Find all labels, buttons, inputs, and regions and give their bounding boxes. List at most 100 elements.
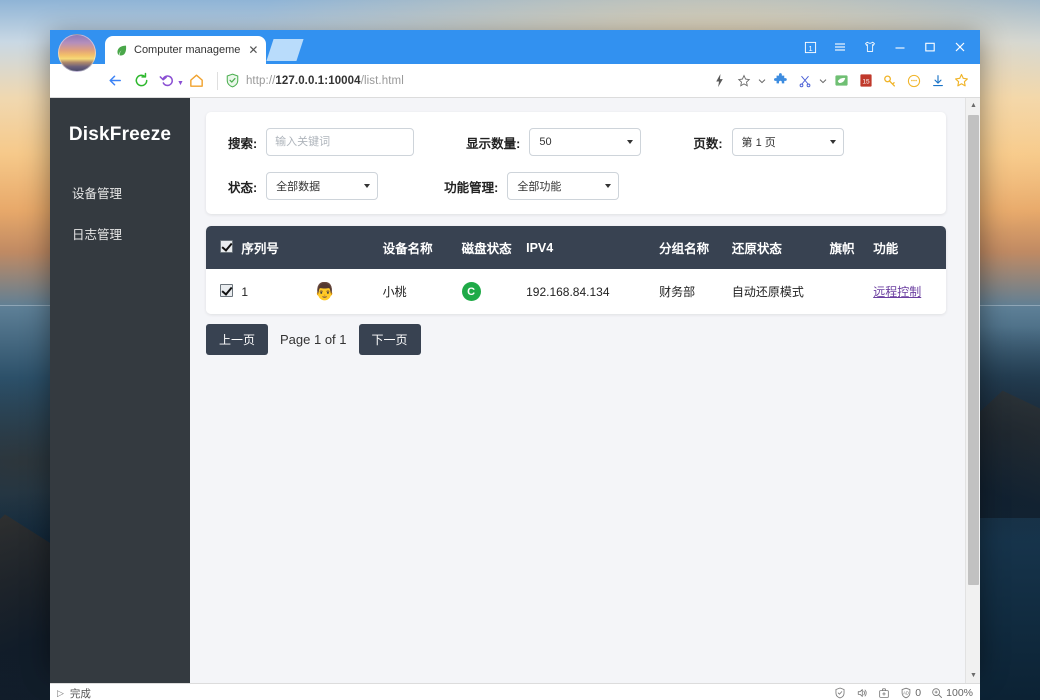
browser-statusbar: ▷ 完成 AD 0 100% <box>50 683 980 700</box>
minimize-button[interactable] <box>886 34 914 60</box>
header-disk-status[interactable]: 磁盘状态 <box>461 226 527 269</box>
history-dropdown-caret[interactable]: ▼ <box>177 80 184 87</box>
header-flag[interactable]: 旗帜 <box>829 226 874 269</box>
back-arrow-icon[interactable] <box>102 68 128 94</box>
state-select-value: 全部数据 <box>276 181 321 193</box>
prev-page-button[interactable]: 上一页 <box>206 324 269 355</box>
security-icon[interactable] <box>834 687 846 699</box>
statusbar-right: AD 0 100% <box>834 687 973 699</box>
reload-icon[interactable] <box>128 68 154 94</box>
count-select[interactable]: 50 <box>529 128 642 156</box>
func-select-value: 全部功能 <box>517 181 562 193</box>
header-function[interactable]: 功能 <box>873 226 946 269</box>
page-field-group: 页数: 第 1 页 <box>693 128 844 156</box>
page-scrollbar[interactable]: ▲ ▼ <box>965 98 980 683</box>
scrollbar-thumb[interactable] <box>968 115 979 585</box>
page-select[interactable]: 第 1 页 <box>731 128 844 156</box>
disk-status-badge: C <box>461 282 481 301</box>
download-icon[interactable] <box>927 70 948 92</box>
row-ipv4: 192.168.84.134 <box>526 269 660 314</box>
star-outline-icon[interactable] <box>733 70 754 92</box>
ebook-reader-icon[interactable] <box>831 70 852 92</box>
close-button[interactable] <box>946 34 974 60</box>
pagination: 上一页 Page 1 of 1 下一页 <box>206 324 946 355</box>
new-tab-button[interactable] <box>266 39 305 61</box>
svg-text:AD: AD <box>903 691 909 696</box>
home-icon[interactable] <box>184 68 210 94</box>
adblock-icon[interactable]: AD 0 <box>900 687 921 699</box>
row-seq: 1 <box>241 269 315 314</box>
app-sidebar: DiskFreeze 设备管理 日志管理 <box>50 98 190 683</box>
row-checkbox[interactable] <box>220 283 233 297</box>
menu-icon[interactable] <box>826 34 854 60</box>
favorites-star-icon[interactable] <box>951 70 972 92</box>
caret-down-icon[interactable] <box>818 70 828 92</box>
device-table: 序列号 设备名称 磁盘状态 IPV4 分组名称 还原状态 旗帜 功能 1 👨 小… <box>206 226 946 314</box>
svg-text:1: 1 <box>808 43 812 52</box>
filter-row-1: 搜索: 显示数量: 50 页数: <box>206 128 946 156</box>
tab-close-icon[interactable]: ✕ <box>248 44 258 56</box>
notes-red-icon[interactable]: 15 <box>855 70 876 92</box>
page-select-value: 第 1 页 <box>741 137 776 149</box>
browser-tab[interactable]: Computer manageme ✕ <box>105 36 267 64</box>
status-text: 完成 <box>69 687 91 700</box>
profile-avatar[interactable] <box>58 34 96 72</box>
sound-icon[interactable] <box>856 687 868 699</box>
shirt-theme-icon[interactable] <box>856 34 884 60</box>
device-table-card: 序列号 设备名称 磁盘状态 IPV4 分组名称 还原状态 旗帜 功能 1 👨 小… <box>206 226 946 314</box>
count-select-value: 50 <box>539 136 552 148</box>
tab-title: Computer manageme <box>134 44 241 56</box>
func-select[interactable]: 全部功能 <box>507 172 620 200</box>
search-input[interactable] <box>266 128 415 156</box>
smiley-icon[interactable] <box>903 70 924 92</box>
table-header-row: 序列号 设备名称 磁盘状态 IPV4 分组名称 还原状态 旗帜 功能 <box>206 226 946 269</box>
leaf-icon <box>115 44 128 57</box>
header-group-name[interactable]: 分组名称 <box>659 226 732 269</box>
svg-text:15: 15 <box>862 78 870 85</box>
header-device-name[interactable]: 设备名称 <box>382 226 462 269</box>
zoom-level[interactable]: 100% <box>931 687 973 699</box>
chevron-down-icon <box>364 184 371 188</box>
security-shield-icon <box>225 73 240 88</box>
app-brand: DiskFreeze <box>68 124 172 145</box>
play-icon[interactable]: ▷ <box>57 688 64 699</box>
sidebar-item-device-management[interactable]: 设备管理 <box>50 172 190 213</box>
remote-control-link[interactable]: 远程控制 <box>873 285 921 299</box>
header-seq[interactable]: 序列号 <box>241 226 315 269</box>
toolkit-icon[interactable] <box>878 687 890 699</box>
statusbar-left: ▷ 完成 <box>57 686 91 700</box>
filter-panel: 搜索: 显示数量: 50 页数: <box>206 112 946 214</box>
next-page-button[interactable]: 下一页 <box>358 324 421 355</box>
header-restore-status[interactable]: 还原状态 <box>731 226 830 269</box>
chevron-down-icon <box>829 140 836 144</box>
key-password-icon[interactable] <box>879 70 900 92</box>
puzzle-extension-icon[interactable] <box>770 70 791 92</box>
main-content: 搜索: 显示数量: 50 页数: <box>190 98 980 683</box>
toolbar-divider <box>216 71 218 90</box>
row-select-cell <box>206 269 242 314</box>
maximize-button[interactable] <box>916 34 944 60</box>
header-ipv4[interactable]: IPV4 <box>526 226 660 269</box>
scroll-down-arrow-icon[interactable]: ▼ <box>966 668 980 683</box>
browser-window: Computer manageme ✕ 1 ▼ http://127.0.0.1… <box>50 30 980 700</box>
state-field-group: 状态: 全部数据 <box>228 172 379 200</box>
scroll-up-arrow-icon[interactable]: ▲ <box>966 98 980 113</box>
scissors-screenshot-icon[interactable] <box>794 70 815 92</box>
search-field-group: 搜索: <box>228 128 415 156</box>
avatar: 👨 <box>314 282 336 301</box>
page-viewport: DiskFreeze 设备管理 日志管理 搜索: 显示数量: <box>50 98 980 683</box>
address-bar[interactable]: http://127.0.0.1:10004/list.html <box>225 73 709 88</box>
search-label: 搜索: <box>228 136 258 151</box>
page-label: 页数: <box>693 136 723 151</box>
tab-count-button[interactable]: 1 <box>796 34 824 60</box>
flash-icon[interactable] <box>709 70 730 92</box>
caret-down-icon[interactable] <box>757 70 767 92</box>
row-avatar-cell: 👨 <box>314 269 383 314</box>
count-label: 显示数量: <box>466 136 521 151</box>
table-row[interactable]: 1 👨 小桃 C 192.168.84.134 财务部 自动还原模式 远程控制 <box>206 269 946 314</box>
browser-titlebar: Computer manageme ✕ 1 <box>50 30 980 72</box>
func-field-group: 功能管理: 全部功能 <box>444 172 620 200</box>
select-all-checkbox[interactable] <box>220 239 233 253</box>
state-select[interactable]: 全部数据 <box>266 172 379 200</box>
sidebar-item-log-management[interactable]: 日志管理 <box>50 213 190 254</box>
